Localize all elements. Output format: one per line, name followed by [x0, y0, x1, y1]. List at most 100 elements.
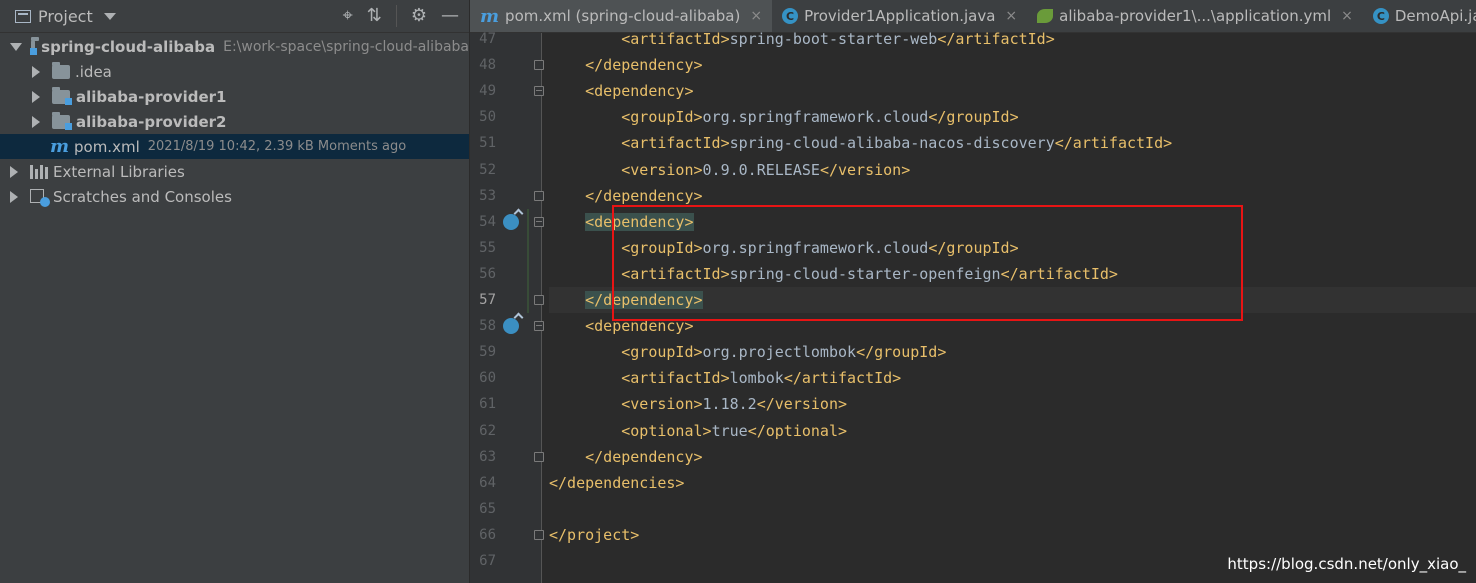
tab-label: pom.xml (spring-cloud-alibaba): [505, 7, 741, 25]
collapse-arrow-icon[interactable]: [32, 90, 40, 103]
project-window-icon: [15, 9, 31, 23]
project-panel-title: Project: [38, 6, 93, 26]
collapse-arrow-icon[interactable]: [10, 190, 18, 203]
collapse-arrow-icon[interactable]: [32, 65, 40, 78]
locate-icon[interactable]: ⌖: [343, 7, 353, 25]
line-number: 59: [479, 344, 496, 361]
code-line[interactable]: <groupId>org.springframework.cloud</grou…: [549, 104, 1476, 130]
line-number: 66: [479, 526, 496, 543]
line-number: 48: [479, 57, 496, 74]
gutter-divider: [541, 33, 542, 583]
maven-file-icon: m: [50, 136, 70, 157]
collapse-arrow-icon[interactable]: [10, 165, 18, 178]
watermark: https://blog.csdn.net/only_xiao_: [1227, 555, 1466, 573]
tree-item-spring-cloud-alibaba[interactable]: spring-cloud-alibaba E:\work-space\sprin…: [0, 34, 469, 59]
line-number: 54: [479, 213, 496, 230]
tree-item-label: Scratches and Consoles: [53, 187, 232, 206]
line-number: 60: [479, 370, 496, 387]
line-number: 49: [479, 83, 496, 100]
annotation-highlight-box: [612, 205, 1243, 321]
project-panel: Project ⌖ ⇅ ⚙ — spring-cloud-alibaba E:\…: [0, 0, 469, 583]
dependency-update-icon[interactable]: [503, 318, 519, 335]
code-line[interactable]: <groupId>org.projectlombok</groupId>: [549, 339, 1476, 365]
project-panel-header: Project ⌖ ⇅ ⚙ —: [0, 0, 469, 33]
project-view-selector[interactable]: Project: [0, 7, 116, 26]
maven-file-icon: m: [480, 5, 500, 27]
fold-close-icon[interactable]: [534, 451, 544, 462]
tree-item-alibaba-provider2[interactable]: alibaba-provider2: [0, 109, 469, 134]
line-number: 56: [479, 265, 496, 282]
project-tree: spring-cloud-alibaba E:\work-space\sprin…: [0, 33, 469, 209]
scratches-icon: [30, 188, 50, 207]
folder-icon: [52, 61, 70, 79]
tree-item-label: alibaba-provider2: [76, 112, 227, 131]
close-icon[interactable]: ×: [1005, 8, 1017, 24]
code-line[interactable]: <artifactId>spring-cloud-alibaba-nacos-d…: [549, 130, 1476, 156]
spring-leaf-icon: [1037, 9, 1054, 23]
code-line[interactable]: <version>1.18.2</version>: [549, 391, 1476, 417]
gear-icon[interactable]: ⚙: [411, 7, 427, 25]
tree-item-label: .idea: [75, 62, 112, 81]
collapse-arrow-icon[interactable]: [32, 115, 40, 128]
tree-item-label: pom.xml: [74, 137, 140, 156]
expand-arrow-icon[interactable]: [10, 42, 22, 51]
line-number: 67: [479, 553, 496, 569]
fold-close-icon[interactable]: [534, 60, 544, 71]
line-number: 62: [479, 422, 496, 439]
line-number: 61: [479, 396, 496, 413]
code-line[interactable]: </project>: [549, 522, 1476, 548]
fold-open-icon[interactable]: [534, 216, 544, 227]
line-number: 47: [479, 31, 496, 47]
line-number: 55: [479, 239, 496, 256]
line-number: 53: [479, 187, 496, 204]
tree-item-label: External Libraries: [53, 162, 185, 181]
fold-close-icon[interactable]: [534, 529, 544, 540]
code-line[interactable]: </dependency>: [549, 52, 1476, 78]
code-line[interactable]: <dependency>: [549, 78, 1476, 104]
java-class-icon: C: [1372, 8, 1389, 24]
code-line[interactable]: <artifactId>lombok</artifactId>: [549, 365, 1476, 391]
line-number: 51: [479, 135, 496, 152]
collapse-all-icon[interactable]: ⇅: [367, 7, 382, 25]
fold-open-icon[interactable]: [534, 86, 544, 97]
tree-item-alibaba-provider1[interactable]: alibaba-provider1: [0, 84, 469, 109]
tree-item-external-libraries[interactable]: External Libraries: [0, 159, 469, 184]
line-number: 50: [479, 109, 496, 126]
line-number: 65: [479, 500, 496, 517]
module-folder-icon: [52, 111, 72, 130]
fold-open-icon[interactable]: [534, 321, 544, 332]
tab-label: Provider1Application.java: [804, 7, 996, 25]
code-line[interactable]: <optional>true</optional>: [549, 418, 1476, 444]
code-line[interactable]: <version>0.9.0.RELEASE</version>: [549, 157, 1476, 183]
tree-item-label: spring-cloud-alibaba: [41, 37, 216, 56]
tree-item-idea[interactable]: .idea: [0, 59, 469, 84]
line-number: 58: [479, 318, 496, 335]
line-number: 64: [479, 474, 496, 491]
line-number: 57: [479, 292, 496, 308]
tree-item-label: alibaba-provider1: [76, 87, 227, 106]
code-line[interactable]: [549, 496, 1476, 522]
close-icon[interactable]: ×: [750, 8, 762, 24]
vcs-change-marker: [527, 208, 529, 314]
tree-item-scratches[interactable]: Scratches and Consoles: [0, 184, 469, 209]
tab-label: DemoApi.java: [1394, 7, 1476, 25]
chevron-down-icon: [103, 12, 116, 20]
toolbar-divider: [395, 5, 397, 27]
tree-item-path: E:\work-space\spring-cloud-alibaba: [223, 38, 469, 55]
code-line[interactable]: </dependencies>: [549, 470, 1476, 496]
module-folder-icon: [52, 86, 72, 105]
dependency-update-icon[interactable]: [503, 213, 519, 230]
fold-close-icon[interactable]: [534, 295, 544, 305]
fold-close-icon[interactable]: [534, 190, 544, 201]
java-class-icon: C: [782, 8, 799, 24]
hide-panel-icon[interactable]: —: [441, 7, 459, 25]
tab-label: alibaba-provider1\...\application.yml: [1059, 7, 1332, 25]
tree-item-pom-xml[interactable]: m pom.xml 2021/8/19 10:42, 2.39 kB Momen…: [0, 134, 469, 159]
line-number: 52: [479, 161, 496, 178]
code-line[interactable]: </dependency>: [549, 444, 1476, 470]
file-meta: 2021/8/19 10:42, 2.39 kB Moments ago: [147, 139, 407, 154]
close-icon[interactable]: ×: [1341, 8, 1353, 24]
library-icon: [30, 164, 48, 179]
module-folder-icon: [30, 36, 40, 55]
code-line[interactable]: <artifactId>spring-boot-starter-web</art…: [549, 26, 1476, 52]
